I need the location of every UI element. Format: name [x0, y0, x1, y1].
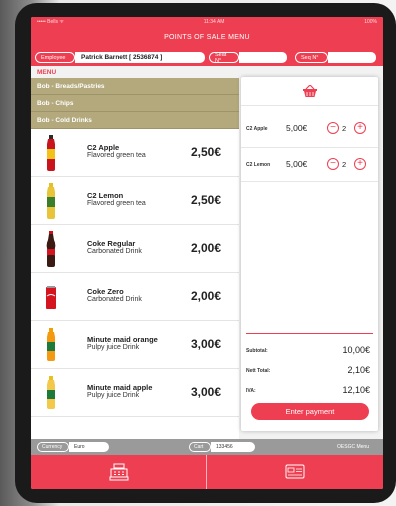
product-desc: Pulpy juice Drink [87, 392, 140, 399]
page-title: POINTS OF SALE MENU [164, 34, 250, 41]
apple-juice-bottle-icon [47, 376, 55, 409]
category-cold-drinks[interactable]: Bob - Cold Drinks [31, 112, 239, 129]
product-coke-regular[interactable]: Coke Regular Carbonated Drink 2,00€ [31, 225, 239, 273]
order-panel: C2 Apple 5,00€ − 2 + C2 Lemon 5,00€ − 2 … [241, 77, 378, 431]
c2-lemon-bottle-icon [47, 183, 55, 219]
product-list: C2 Apple Flavored green tea 2,50€ C2 Lem… [31, 129, 239, 439]
product-price: 3,00€ [191, 385, 222, 399]
cash-register-icon [109, 463, 129, 481]
product-minute-maid-orange[interactable]: Minute maid orange Pulpy juice Drink 3,0… [31, 321, 239, 369]
product-price: 3,00€ [191, 337, 222, 351]
currency-select[interactable]: Euro [69, 442, 109, 452]
coke-bottle-icon [46, 231, 56, 267]
product-desc: Carbonated Drink [87, 296, 142, 303]
employee-field[interactable]: Employee Patrick Barnett [ 2536874 ] [35, 51, 205, 64]
app-screen: ••••• Bells ᯤ 11:34 AM 100% POINTS OF SA… [31, 17, 383, 489]
subtotal-label: Subtotal: [246, 348, 268, 354]
order-line-qty: 2 [342, 160, 347, 169]
category-breads[interactable]: Bob - Breads/Pastries [31, 78, 239, 95]
product-desc: Flavored green tea [87, 152, 146, 159]
product-name: Coke Regular [87, 239, 136, 248]
product-price: 2,00€ [191, 289, 222, 303]
product-desc: Pulpy juice Drink [87, 344, 140, 351]
employee-label: Employee [35, 52, 75, 63]
iva-label: IVA: [246, 388, 256, 394]
product-name: Coke Zero [87, 287, 124, 296]
product-price: 2,00€ [191, 241, 222, 255]
order-line-price: 5,00€ [286, 159, 308, 169]
product-desc: Flavored green tea [87, 200, 146, 207]
product-name: C2 Apple [87, 143, 120, 152]
panel-divider [241, 181, 378, 182]
basket-icon[interactable] [302, 85, 318, 97]
order-line-qty: 2 [342, 124, 347, 133]
seq-input[interactable] [328, 52, 376, 63]
decrease-qty-button[interactable]: − [327, 122, 339, 134]
cash-register-button[interactable] [31, 455, 207, 489]
product-desc: Carbonated Drink [87, 248, 142, 255]
order-line: C2 Apple 5,00€ − 2 + [241, 115, 378, 145]
decrease-qty-button[interactable]: − [327, 158, 339, 170]
c2-apple-bottle-icon [47, 135, 55, 171]
seat-label: Seat N° [209, 52, 239, 64]
currency-label: Currency [37, 442, 69, 452]
card-payment-button[interactable] [207, 455, 383, 489]
seat-input[interactable] [239, 52, 287, 63]
nett-total-value: 2,10€ [347, 365, 370, 375]
nett-total-label: Nett Total: [246, 368, 271, 374]
product-minute-maid-apple[interactable]: Minute maid apple Pulpy juice Drink 3,00… [31, 369, 239, 417]
menu-heading: MENU [31, 66, 239, 78]
menu-code-label: OESGC Menu [337, 444, 369, 450]
product-price: 2,50€ [191, 193, 222, 207]
totals-divider [246, 333, 373, 334]
credit-card-icon [285, 464, 305, 479]
increase-qty-button[interactable]: + [354, 158, 366, 170]
clock: 11:34 AM [203, 18, 225, 25]
product-name: Minute maid apple [87, 383, 153, 392]
product-coke-zero[interactable]: Coke Zero Carbonated Drink 2,00€ [31, 273, 239, 321]
action-bar [31, 455, 383, 489]
battery-level: 100% [364, 18, 377, 25]
order-line: C2 Lemon 5,00€ − 2 + [241, 151, 378, 181]
category-chips[interactable]: Bob - Chips [31, 95, 239, 112]
cart-input[interactable]: 133456 [211, 442, 255, 452]
cart-label: Cart [189, 442, 211, 452]
header: POINTS OF SALE MENU Employee Patrick Bar… [31, 26, 383, 66]
info-bar: Currency Euro Cart 133456 OESGC Menu [31, 439, 383, 455]
product-c2-apple[interactable]: C2 Apple Flavored green tea 2,50€ [31, 129, 239, 177]
panel-divider [241, 147, 378, 148]
coke-zero-can-icon [46, 286, 56, 309]
carrier-signal: ••••• Bells ᯤ [37, 18, 64, 25]
product-price: 2,50€ [191, 145, 222, 159]
subtotal-value: 10,00€ [342, 345, 370, 355]
order-line-name: C2 Apple [246, 126, 268, 132]
product-name: Minute maid orange [87, 335, 158, 344]
product-c2-lemon[interactable]: C2 Lemon Flavored green tea 2,50€ [31, 177, 239, 225]
status-bar: ••••• Bells ᯤ 11:34 AM 100% [31, 17, 383, 26]
orange-juice-bottle-icon [47, 328, 55, 361]
product-name: C2 Lemon [87, 191, 124, 200]
increase-qty-button[interactable]: + [354, 122, 366, 134]
order-line-price: 5,00€ [286, 123, 308, 133]
employee-value[interactable]: Patrick Barnett [ 2536874 ] [75, 52, 205, 63]
enter-payment-button[interactable]: Enter payment [251, 403, 369, 420]
order-line-name: C2 Lemon [246, 162, 271, 168]
seq-label: Seq N° [295, 52, 328, 63]
panel-divider [241, 105, 378, 106]
iva-value: 12,10€ [342, 385, 370, 395]
